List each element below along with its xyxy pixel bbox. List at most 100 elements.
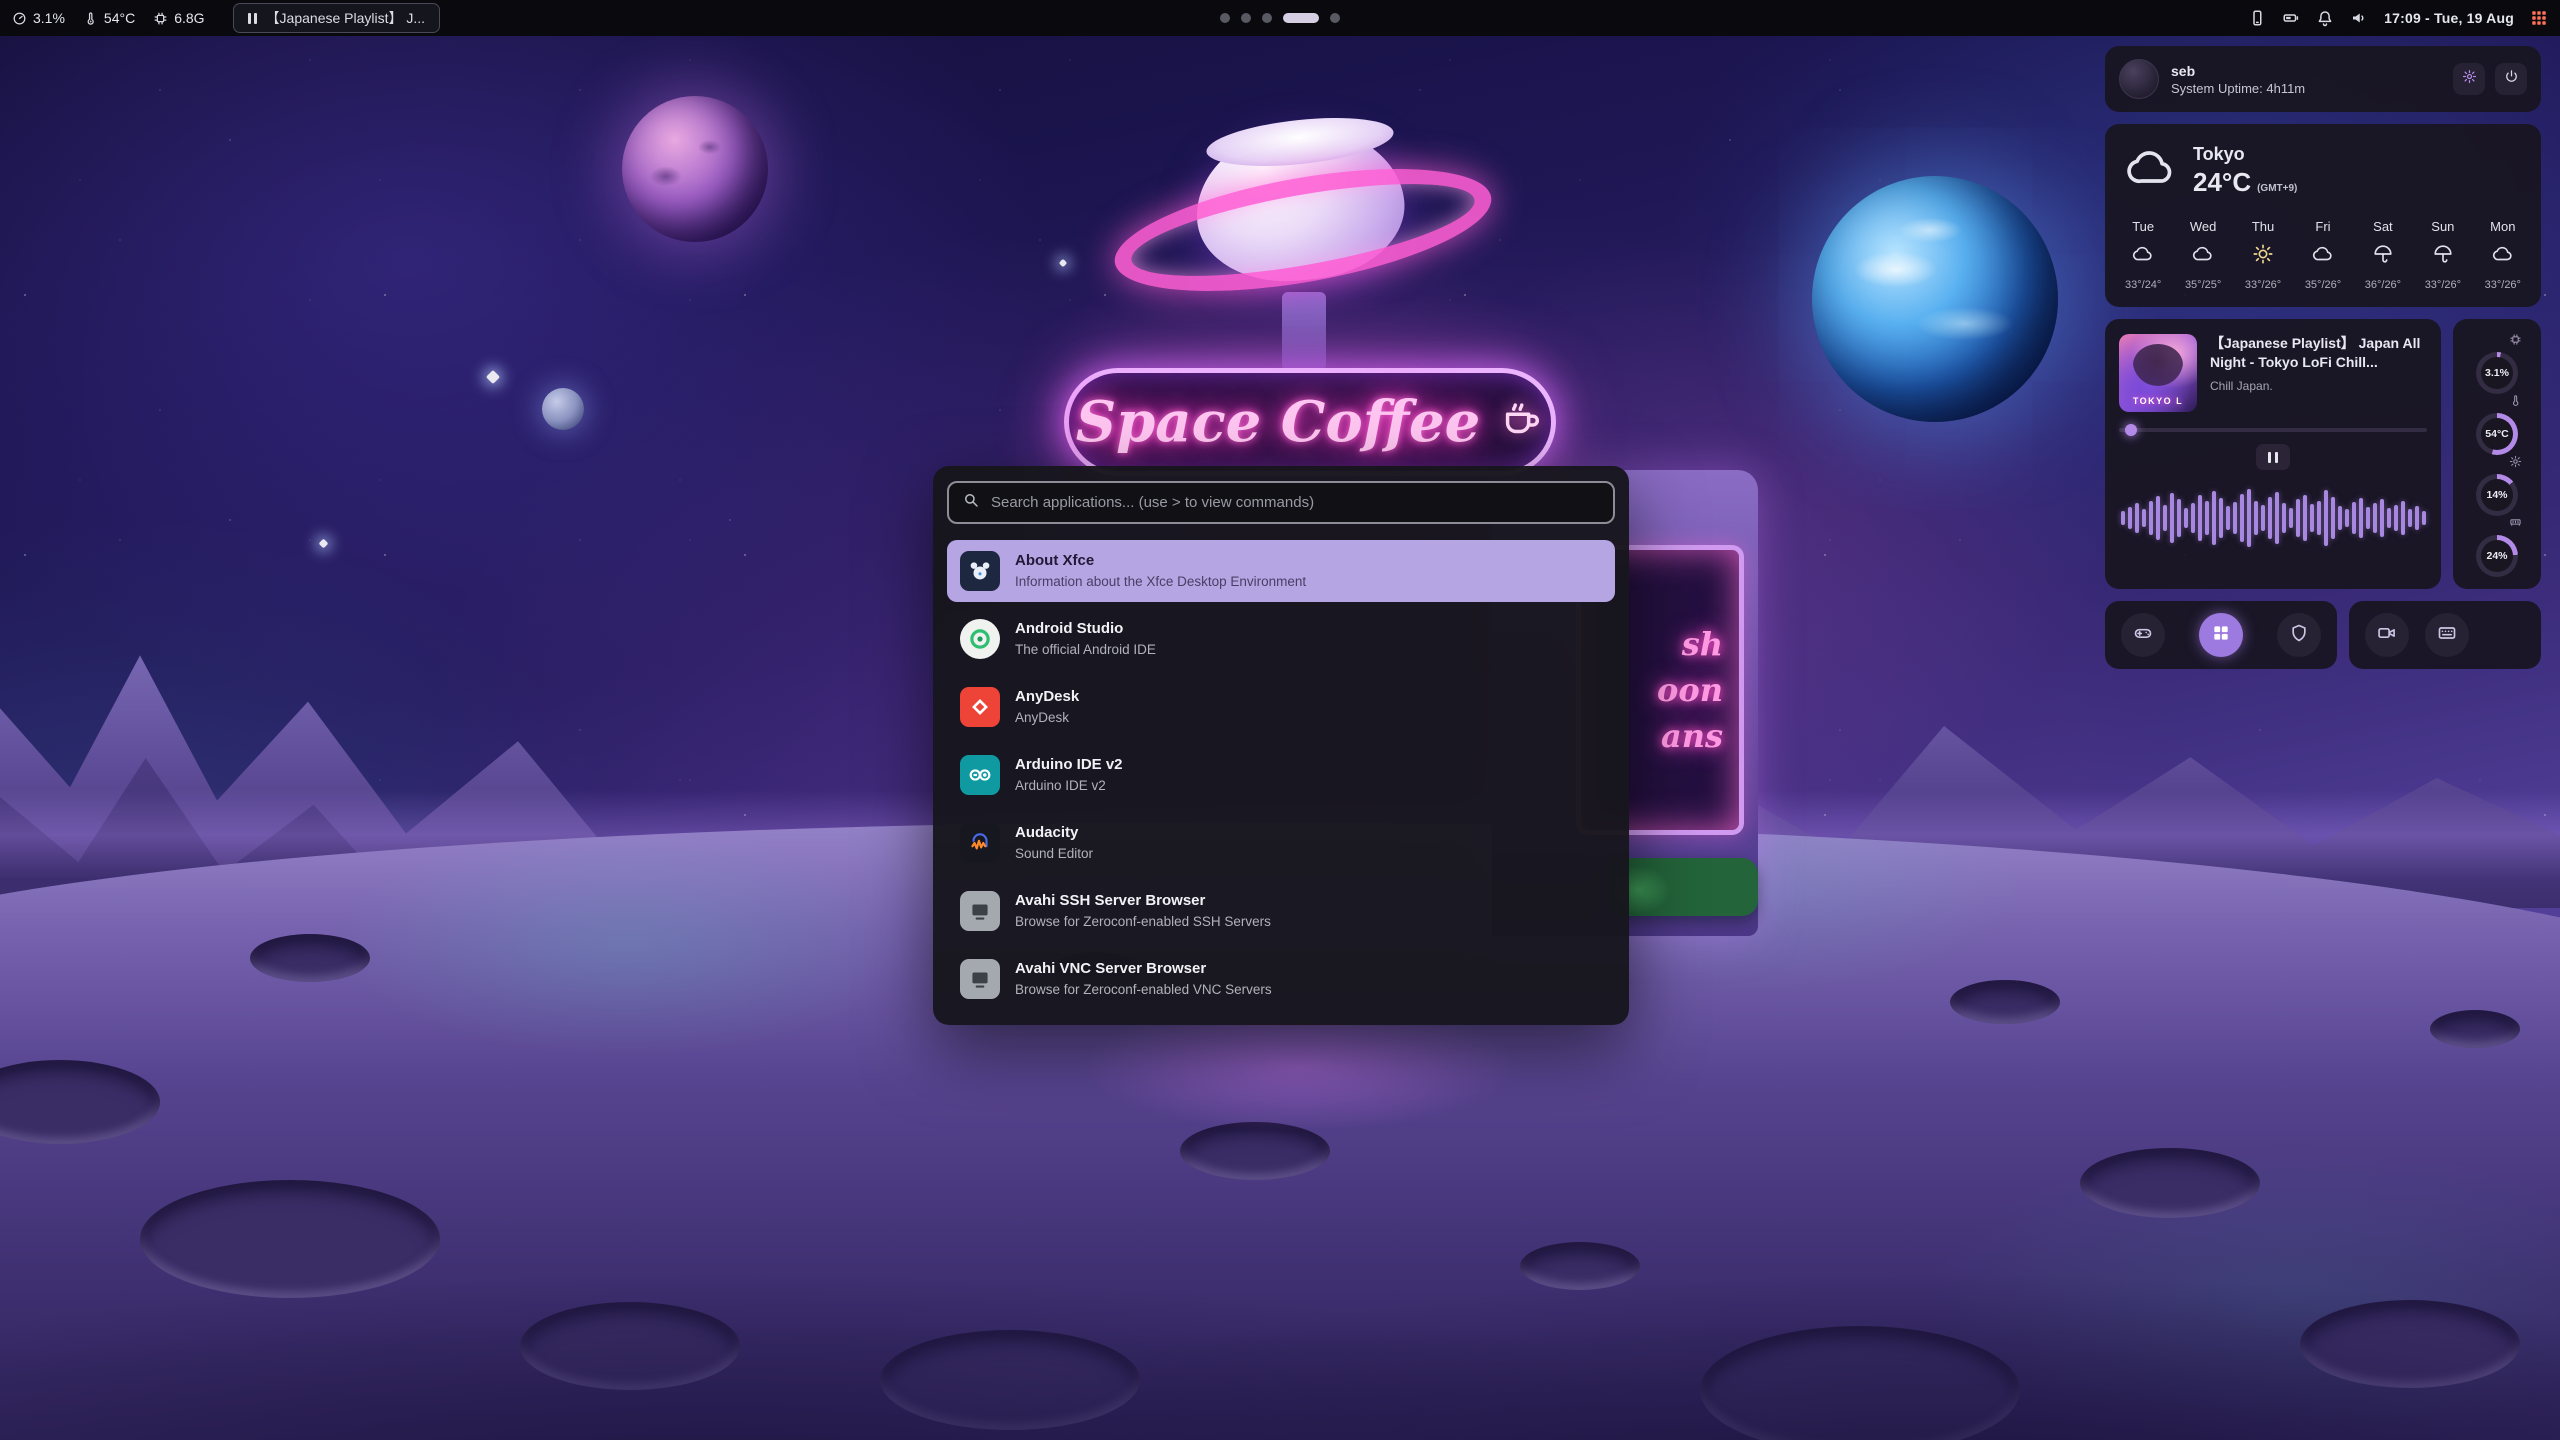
workspace-dot[interactable] xyxy=(1262,13,1272,23)
cloud-icon xyxy=(2132,243,2154,270)
gauge-value: 3.1% xyxy=(2485,367,2509,379)
power-icon xyxy=(2504,69,2519,89)
result-avahi-ssh[interactable]: Avahi SSH Server Browser Browse for Zero… xyxy=(947,880,1615,942)
gear-icon xyxy=(2509,455,2522,473)
control-sidebar: seb System Uptime: 4h11m xyxy=(2105,46,2541,669)
system-uptime: System Uptime: 4h11m xyxy=(2171,81,2305,96)
android-studio-icon xyxy=(960,619,1000,659)
media-player-card: TOKYO L 【Japanese Playlist】 Japan All Ni… xyxy=(2105,319,2441,589)
shield-icon xyxy=(2289,623,2309,648)
game-mode-button[interactable] xyxy=(2121,613,2165,657)
weather-temperature: 24°C xyxy=(2193,167,2251,198)
arduino-icon xyxy=(960,755,1000,795)
weather-card: Tokyo 24°C (GMT+9) Tue 33°/24° Wed 35°/2… xyxy=(2105,124,2541,307)
planet-earth xyxy=(1812,176,2058,422)
space-coffee-sign: Space Coffee xyxy=(1064,368,1556,476)
forecast-day-label: Mon xyxy=(2490,219,2515,234)
app-name: Arduino IDE v2 xyxy=(1015,755,1123,775)
forecast-day-label: Sun xyxy=(2431,219,2454,234)
now-playing-button[interactable]: 【Japanese Playlist】 J... xyxy=(233,3,441,33)
cloud-icon xyxy=(2192,243,2214,270)
app-name: Avahi SSH Server Browser xyxy=(1015,891,1271,911)
media-progress-handle[interactable] xyxy=(2125,424,2137,436)
usage-gauge: 14% xyxy=(2476,455,2518,516)
forecast-day: Mon 33°/26° xyxy=(2485,219,2521,291)
power-button[interactable] xyxy=(2495,63,2527,95)
pause-icon xyxy=(248,13,257,24)
cloud-icon xyxy=(2492,243,2514,270)
battery-icon[interactable] xyxy=(2282,9,2300,27)
phone-link-icon[interactable] xyxy=(2248,9,2266,27)
gauge-value: 24% xyxy=(2486,550,2507,562)
keyboard-button[interactable] xyxy=(2425,613,2469,657)
audacity-icon xyxy=(960,823,1000,863)
temperature-stat: 54°C xyxy=(83,10,135,26)
screen-record-button[interactable] xyxy=(2365,613,2409,657)
app-description: Arduino IDE v2 xyxy=(1015,777,1123,795)
cpu-icon xyxy=(2509,333,2522,351)
app-name: Android Studio xyxy=(1015,619,1156,639)
forecast-temps: 35°/25° xyxy=(2185,279,2221,291)
result-audacity[interactable]: Audacity Sound Editor xyxy=(947,812,1615,874)
memory-value: 6.8G xyxy=(174,10,204,26)
forecast-day-label: Wed xyxy=(2190,219,2217,234)
shield-button[interactable] xyxy=(2277,613,2321,657)
anydesk-icon xyxy=(960,687,1000,727)
workspace-dot[interactable] xyxy=(1220,13,1230,23)
album-art[interactable]: TOKYO L xyxy=(2119,334,2197,412)
app-description: Information about the Xfce Desktop Envir… xyxy=(1015,573,1306,591)
crater xyxy=(250,934,370,982)
media-progress-bar[interactable] xyxy=(2119,428,2427,432)
keyboard-icon xyxy=(2437,623,2457,648)
volume-icon[interactable] xyxy=(2350,9,2368,27)
memory-gauge: 24% xyxy=(2476,516,2518,577)
user-card: seb System Uptime: 4h11m xyxy=(2105,46,2541,112)
window-neon-text: sh xyxy=(1682,628,1723,660)
apps-button[interactable] xyxy=(2199,613,2243,657)
forecast-temps: 36°/26° xyxy=(2365,279,2401,291)
media-pause-button[interactable] xyxy=(2256,444,2290,470)
workspace-indicator xyxy=(1220,13,1340,23)
gauge-value: 54°C xyxy=(2485,428,2508,440)
memory-icon xyxy=(153,11,168,26)
workspace-dot[interactable] xyxy=(1241,13,1251,23)
now-playing-label: 【Japanese Playlist】 J... xyxy=(266,8,426,28)
result-arduino[interactable]: Arduino IDE v2 Arduino IDE v2 xyxy=(947,744,1615,806)
result-about-xfce[interactable]: About Xfce Information about the Xfce De… xyxy=(947,540,1615,602)
workspace-dot[interactable] xyxy=(1330,13,1340,23)
forecast-day: Thu 33°/26° xyxy=(2245,219,2281,291)
notifications-bell-icon[interactable] xyxy=(2316,9,2334,27)
forecast-day: Fri 35°/26° xyxy=(2305,219,2341,291)
forecast-day-label: Tue xyxy=(2132,219,2154,234)
cpu-gauge: 3.1% xyxy=(2476,333,2518,394)
search-input[interactable] xyxy=(991,494,1600,511)
forecast-day: Sat 36°/26° xyxy=(2365,219,2401,291)
result-android-studio[interactable]: Android Studio The official Android IDE xyxy=(947,608,1615,670)
album-art-label: TOKYO L xyxy=(2119,396,2197,406)
forecast-temps: 33°/26° xyxy=(2425,279,2461,291)
avatar xyxy=(2119,59,2159,99)
system-gauges: 3.1% 54°C 14% xyxy=(2453,319,2541,589)
clock[interactable]: 17:09 - Tue, 19 Aug xyxy=(2384,10,2514,26)
result-avahi-vnc[interactable]: Avahi VNC Server Browser Browse for Zero… xyxy=(947,948,1615,1010)
temperature-gauge: 54°C xyxy=(2476,394,2518,455)
umbrella-icon xyxy=(2432,243,2454,270)
sun-icon xyxy=(2252,243,2274,270)
quick-actions-right xyxy=(2349,601,2541,669)
memory-icon xyxy=(2509,516,2522,534)
result-anydesk[interactable]: AnyDesk AnyDesk xyxy=(947,676,1615,738)
forecast-day-label: Fri xyxy=(2315,219,2330,234)
app-grid-icon[interactable] xyxy=(2530,9,2548,27)
workspace-active-pill[interactable] xyxy=(1283,13,1319,23)
desktop: sh oon ans Space Coffee xyxy=(0,0,2560,1440)
forecast-day: Wed 35°/25° xyxy=(2185,219,2221,291)
forecast-day-label: Thu xyxy=(2252,219,2274,234)
forecast-temps: 33°/26° xyxy=(2245,279,2281,291)
xfce-icon xyxy=(960,551,1000,591)
cup-pedestal xyxy=(1282,292,1326,370)
search-box[interactable] xyxy=(947,481,1615,524)
media-title: 【Japanese Playlist】 Japan All Night - To… xyxy=(2210,334,2427,372)
gauge-value: 14% xyxy=(2486,489,2507,501)
settings-button[interactable] xyxy=(2453,63,2485,95)
thermometer-icon xyxy=(83,11,98,26)
